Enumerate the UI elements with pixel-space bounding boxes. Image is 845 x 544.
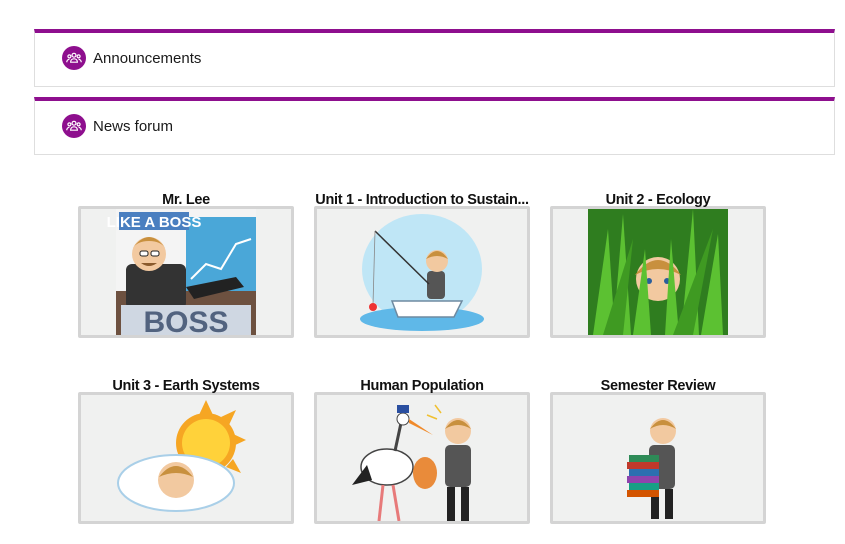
tile-title: Unit 3 - Earth Systems [112, 378, 260, 394]
announcements-link[interactable]: Announcements [62, 46, 201, 70]
grass-hiding-avatar-illustration [588, 209, 728, 335]
tile-image-frame [314, 206, 530, 338]
announcements-box: Announcements [34, 29, 835, 87]
forum-people-icon [62, 114, 86, 138]
tile-title: Human Population [360, 378, 484, 394]
tile-image-frame [550, 206, 766, 338]
tile-unit-3[interactable]: Unit 3 - Earth Systems [78, 378, 294, 524]
tile-title: Mr. Lee [162, 192, 210, 208]
tile-human-population[interactable]: Human Population [314, 378, 530, 524]
announcements-label: Announcements [93, 49, 202, 67]
tile-mr-lee[interactable]: Mr. Lee LIKE A BOSS BOSS [78, 192, 294, 338]
tile-unit-2[interactable]: Unit 2 - Ecology [550, 192, 766, 338]
news-forum-label: News forum [93, 117, 174, 135]
image-text-like-a: LIKE A BOSS [107, 214, 202, 231]
tile-title: Semester Review [600, 378, 716, 394]
tile-semester-review[interactable]: Semester Review [550, 378, 766, 524]
tile-unit-1[interactable]: Unit 1 - Introduction to Sustain... [314, 192, 530, 338]
tile-image-frame [78, 392, 294, 524]
tile-image-frame: LIKE A BOSS BOSS [78, 206, 294, 338]
stork-baby-avatar-illustration [352, 404, 471, 521]
sun-cloud-avatar-illustration [117, 400, 246, 512]
tile-image-frame [314, 392, 530, 524]
tile-title: Unit 1 - Introduction to Sustain... [315, 192, 529, 208]
fishing-boat-avatar-illustration [360, 214, 484, 331]
stack-of-books-avatar-illustration [627, 418, 676, 519]
tile-image-frame [550, 392, 766, 524]
tile-title: Unit 2 - Ecology [605, 192, 711, 208]
news-forum-box: News forum [34, 97, 835, 155]
svg-text:BOSS: BOSS [143, 306, 228, 335]
forum-people-icon [62, 46, 86, 70]
like-a-boss-avatar-illustration: LIKE A BOSS BOSS [107, 209, 256, 335]
news-forum-link[interactable]: News forum [62, 114, 173, 138]
